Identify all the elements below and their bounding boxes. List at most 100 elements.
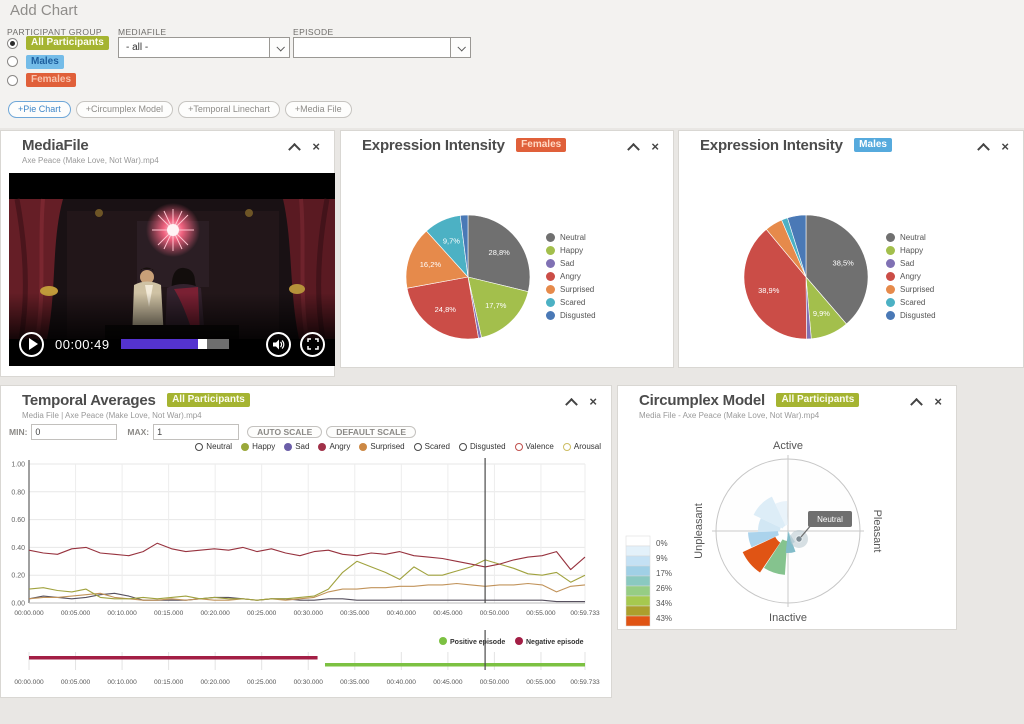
legend-item-angry: Angry (886, 272, 936, 281)
add-button-circumplexmodel[interactable]: +Circumplex Model (75, 101, 174, 118)
episode-bar-negative (29, 656, 318, 660)
series-label: Sad (295, 442, 310, 451)
pie-legend: Neutral Happy Sad Angry Surprised Scared Disgu… (886, 233, 936, 320)
participant-option-label: Females (26, 73, 77, 87)
panel-title: Temporal Averages (22, 392, 156, 409)
max-label: MAX: (127, 427, 150, 437)
close-panel-icon[interactable]: × (1001, 140, 1009, 153)
page-title: Add Chart (10, 2, 78, 19)
legend-swatch (886, 246, 895, 255)
x-tick-label: 00:40.000 (387, 679, 417, 686)
y-tick-label: 1.00 (11, 462, 25, 469)
video-progress-handle[interactable] (198, 339, 208, 349)
series-toggle-happy[interactable]: Happy (241, 442, 275, 451)
scale-swatch (625, 575, 651, 587)
x-tick-label: 00:45.000 (433, 679, 463, 686)
legend-item-angry: Angry (546, 272, 596, 281)
x-tick-label: 00:15.000 (154, 679, 184, 686)
slice-label: 17,7% (485, 301, 507, 310)
participant-option-all-participants[interactable]: All Participants (7, 36, 109, 50)
slice-label: 38,9% (758, 286, 780, 295)
legend-swatch (546, 311, 555, 320)
legend-label: Angry (900, 272, 921, 281)
scale-label: 43% (656, 614, 672, 623)
y-tick-label: 0.60 (11, 517, 25, 524)
scale-swatch (625, 605, 651, 617)
max-input[interactable] (153, 424, 240, 440)
series-toggle-arousal[interactable]: Arousal (562, 442, 601, 451)
circumplex-model-panel: Circumplex Model All Participants Media … (617, 385, 957, 630)
series-toggle-surprised[interactable]: Surprised (359, 442, 405, 451)
x-tick-label: 00:35.000 (340, 679, 370, 686)
close-panel-icon[interactable]: × (651, 140, 659, 153)
add-button-piechart[interactable]: +Pie Chart (8, 101, 71, 118)
legend-label: Happy (900, 246, 924, 255)
close-panel-icon[interactable]: × (312, 140, 320, 153)
panel-title: MediaFile (22, 137, 89, 154)
scale-label: 17% (656, 569, 672, 578)
series-toggle-angry[interactable]: Angry (318, 442, 350, 451)
temporal-averages-panel: Temporal Averages All Participants Media… (0, 385, 612, 698)
series-toggle-scared[interactable]: Scared (413, 442, 450, 451)
close-panel-icon[interactable]: × (589, 395, 597, 408)
x-tick-label: 00:00.000 (14, 610, 44, 617)
x-tick-label: 00:35.000 (340, 610, 370, 617)
legend-label: Disgusted (900, 311, 936, 320)
episode-legend-swatch (515, 637, 523, 645)
expression-intensity-females-panel: Expression Intensity Females × 28,8% 17,7… (340, 130, 674, 368)
x-tick-label: 00:05.000 (61, 679, 91, 686)
series-label: Surprised (370, 442, 405, 451)
radio-button[interactable] (7, 56, 18, 67)
scale-swatch (625, 565, 651, 577)
scale-label: 26% (656, 584, 672, 593)
mediafile-select[interactable]: - all - (118, 37, 290, 58)
legend-label: Sad (560, 259, 575, 268)
series-label: Scared (424, 442, 450, 451)
chevron-down-icon (450, 38, 470, 57)
pie-chart-males: 38,5% 9,9% 38,9% (743, 214, 869, 340)
legend-swatch (546, 233, 555, 242)
legend-label: Neutral (900, 233, 926, 242)
min-input[interactable] (31, 424, 118, 440)
panel-subtitle: Axe Peace (Make Love, Not War).mp4 (22, 156, 159, 165)
x-tick-label: 00:30.000 (294, 679, 324, 686)
radio-button[interactable] (7, 74, 18, 86)
series-swatch (413, 442, 422, 451)
collapse-panel-icon[interactable] (567, 397, 576, 406)
radio-button[interactable] (7, 37, 18, 49)
fullscreen-icon[interactable] (300, 331, 325, 357)
panel-subtitle: Media File | Axe Peace (Make Love, Not W… (22, 411, 202, 420)
default-scale-button[interactable]: DEFAULT SCALE (326, 426, 416, 438)
series-toggle-disgusted[interactable]: Disgusted (458, 442, 506, 451)
series-swatch (458, 442, 467, 451)
video-progress-bar[interactable] (120, 339, 229, 349)
participant-option-females[interactable]: Females (7, 73, 77, 87)
collapse-panel-icon[interactable] (290, 142, 299, 151)
video-controls: 00:00:49 (9, 326, 335, 362)
x-tick-label: 00:59.733 (570, 679, 600, 686)
series-swatch (318, 442, 327, 451)
episode-select[interactable] (293, 37, 471, 58)
series-label: Valence (525, 442, 554, 451)
x-tick-label: 00:59.733 (570, 610, 600, 617)
add-chart-buttons: +Pie Chart +Circumplex Model +Temporal Lin… (8, 99, 357, 118)
series-toggle-neutral[interactable]: Neutral (195, 442, 232, 451)
add-button-temporallinechart[interactable]: +Temporal Linechart (178, 101, 280, 118)
auto-scale-button[interactable]: AUTO SCALE (247, 426, 323, 438)
group-badge: Females (516, 138, 567, 152)
series-toggle-sad[interactable]: Sad (284, 442, 309, 451)
legend-item-sad: Sad (546, 259, 596, 268)
add-button-mediafile[interactable]: +Media File (284, 101, 352, 118)
collapse-panel-icon[interactable] (629, 142, 638, 151)
scale-swatch (625, 545, 651, 557)
video-player[interactable]: 00:00:49 (9, 173, 335, 366)
collapse-panel-icon[interactable] (979, 142, 988, 151)
participant-option-males[interactable]: Males (7, 54, 64, 69)
x-tick-label: 00:20.000 (200, 679, 230, 686)
series-toggle-valence[interactable]: Valence (514, 442, 554, 451)
speaker-icon[interactable] (266, 331, 291, 357)
episode-legend-swatch (439, 637, 447, 645)
play-icon[interactable] (19, 331, 44, 357)
participant-option-label: All Participants (26, 36, 109, 50)
pie-legend: Neutral Happy Sad Angry Surprised Scared Disgu… (546, 233, 596, 320)
